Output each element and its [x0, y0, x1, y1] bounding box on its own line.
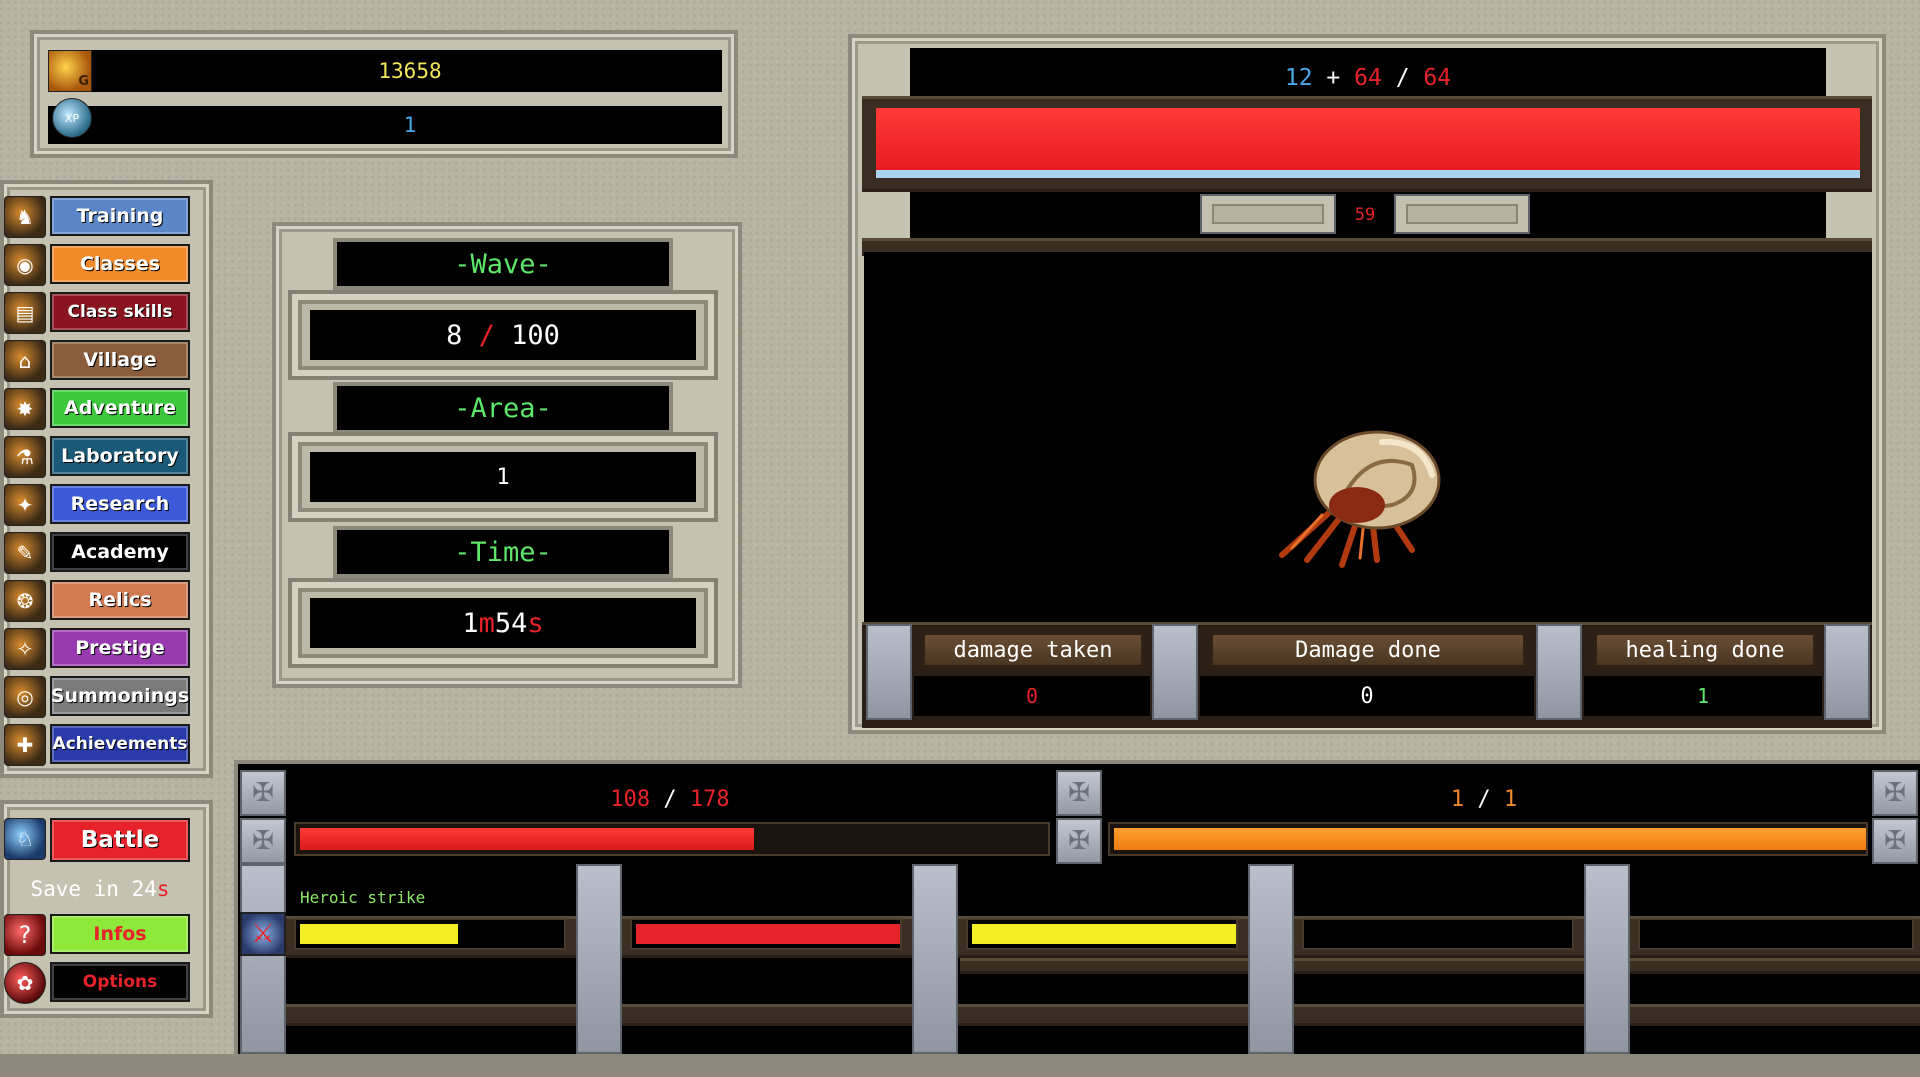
player-mp-fill — [1114, 828, 1866, 850]
classes-icon: ◉ — [4, 244, 46, 286]
relics-icon: ❂ — [4, 580, 46, 622]
orn-block-2 — [240, 818, 286, 864]
damage-taken-value: 0 — [914, 676, 1150, 716]
options-button[interactable]: Options — [50, 962, 190, 1002]
enemy-creature — [1279, 430, 1441, 568]
healing-done-value: 1 — [1584, 676, 1822, 716]
skill-col-0 — [240, 864, 286, 1054]
player-mp-text: 1 / 1 — [1450, 786, 1518, 812]
laboratory-icon: ⚗ — [4, 436, 46, 478]
menu-button-prestige[interactable]: Prestige — [50, 628, 190, 668]
battle-icon: ♘ — [4, 818, 46, 860]
menu-button-summonings[interactable]: Summonings — [50, 676, 190, 716]
menu-button-class-skills[interactable]: Class skills — [50, 292, 190, 332]
gold-icon: G — [48, 50, 92, 92]
xp-icon: XP — [52, 98, 92, 138]
orn-block-3 — [1056, 770, 1102, 816]
enemy-timer: 59 — [1354, 205, 1376, 225]
menu-button-adventure[interactable]: Adventure — [50, 388, 190, 428]
achievements-icon: ✚ — [4, 724, 46, 766]
skill-fill-2 — [636, 924, 900, 944]
menu-button-research[interactable]: Research — [50, 484, 190, 524]
skill-fill-3 — [972, 924, 1236, 944]
skill-rail-2 — [960, 958, 1920, 974]
enemy-hp-fill — [876, 108, 1860, 170]
stats-pillar-3 — [1536, 624, 1582, 720]
skill-bar-4[interactable] — [1302, 918, 1574, 950]
player-mp-track — [1108, 822, 1868, 856]
bottom-edge — [0, 1054, 1920, 1077]
skill-col-3 — [1248, 864, 1294, 1054]
healing-done-label: healing done — [1594, 632, 1816, 668]
infos-button[interactable]: Infos — [50, 914, 190, 954]
player-hp-text: 108 / 178 — [610, 786, 730, 812]
research-icon: ✦ — [4, 484, 46, 526]
time-title: -Time- — [333, 526, 673, 578]
menu-button-achievements[interactable]: Achievements — [50, 724, 190, 764]
menu-button-training[interactable]: Training — [50, 196, 190, 236]
battle-button[interactable]: Battle — [50, 818, 190, 862]
orn-block-4 — [1056, 818, 1102, 864]
save-timer: Save in 24 s — [30, 877, 170, 901]
orn-block-6 — [1872, 818, 1918, 864]
orn-block-1 — [240, 770, 286, 816]
adventure-icon: ✸ — [4, 388, 46, 430]
skill-col-4 — [1584, 864, 1630, 1054]
area-value: 1 — [310, 452, 696, 502]
wave-value: 8 / 100 — [310, 310, 696, 360]
enemy-shield-line — [876, 170, 1860, 178]
gold-value: 13658 — [378, 59, 442, 83]
player-hp-fill — [300, 828, 755, 850]
skill-name-1: Heroic strike — [300, 887, 426, 907]
skill-rail-3 — [286, 1004, 1920, 1026]
help-icon: ? — [4, 914, 46, 956]
skill-bar-2[interactable] — [630, 918, 902, 950]
heroic-strike-icon[interactable]: ⚔ — [240, 912, 286, 956]
orn-block-5 — [1872, 770, 1918, 816]
menu-button-village[interactable]: Village — [50, 340, 190, 380]
player-hp-track — [294, 822, 1050, 856]
summonings-icon: ◎ — [4, 676, 46, 718]
training-icon: ♞ — [4, 196, 46, 238]
skill-col-2 — [912, 864, 958, 1054]
menu-button-academy[interactable]: Academy — [50, 532, 190, 572]
wave-box: 8 / 100 — [288, 290, 718, 380]
damage-done-value: 0 — [1200, 676, 1534, 716]
menu-button-relics[interactable]: Relics — [50, 580, 190, 620]
stats-pillar-2 — [1152, 624, 1198, 720]
xp-value: 1 — [403, 113, 417, 137]
time-box: 1 m 54 s — [288, 578, 718, 668]
enemy-hp-track — [876, 108, 1860, 178]
skill-bar-5[interactable] — [1638, 918, 1914, 950]
academy-icon: ✎ — [4, 532, 46, 574]
timer-slot-right-inner — [1406, 204, 1518, 224]
area-title: -Area- — [333, 382, 673, 434]
area-box: 1 — [288, 432, 718, 522]
time-value: 1 m 54 s — [310, 598, 696, 648]
menu-button-laboratory[interactable]: Laboratory — [50, 436, 190, 476]
stats-pillar-1 — [866, 624, 912, 720]
wave-title: -Wave- — [333, 238, 673, 290]
timer-slot-left-inner — [1212, 204, 1324, 224]
damage-done-label: Damage done — [1210, 632, 1526, 668]
crab-body — [1329, 487, 1385, 523]
options-icon: ✿ — [4, 962, 46, 1004]
skill-bar-3[interactable] — [966, 918, 1238, 950]
skill-bar-1[interactable] — [294, 918, 566, 950]
prestige-icon: ✧ — [4, 628, 46, 670]
skill-col-1 — [576, 864, 622, 1054]
village-icon: ⌂ — [4, 340, 46, 382]
class-skills-icon: ▤ — [4, 292, 46, 334]
damage-taken-label: damage taken — [922, 632, 1144, 668]
stats-pillar-4 — [1824, 624, 1870, 720]
skill-fill-1 — [300, 924, 459, 944]
menu-button-classes[interactable]: Classes — [50, 244, 190, 284]
